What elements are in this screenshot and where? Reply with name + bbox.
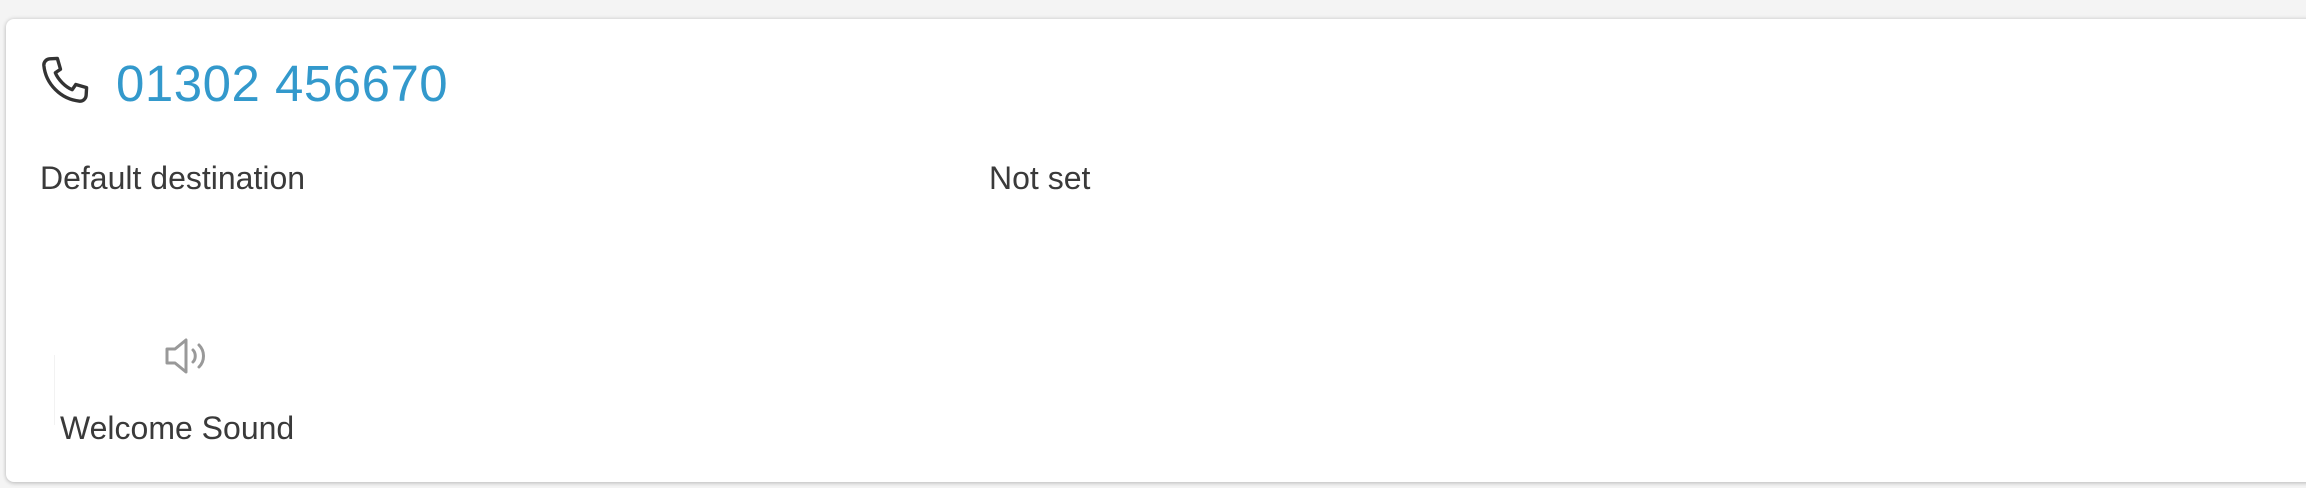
- speaker-icon: [164, 335, 214, 377]
- default-destination-value: Not set: [989, 160, 1091, 196]
- default-destination-label: Default destination: [40, 160, 306, 196]
- welcome-sound-label: Welcome Sound: [60, 410, 295, 446]
- phone-icon: [38, 53, 92, 107]
- phone-number-link[interactable]: 01302 456670: [116, 54, 448, 114]
- tile-divider: [54, 355, 55, 425]
- welcome-sound-tile[interactable]: Welcome Sound: [52, 309, 322, 459]
- number-card: 01302 456670 Default destination Not set…: [6, 19, 2306, 482]
